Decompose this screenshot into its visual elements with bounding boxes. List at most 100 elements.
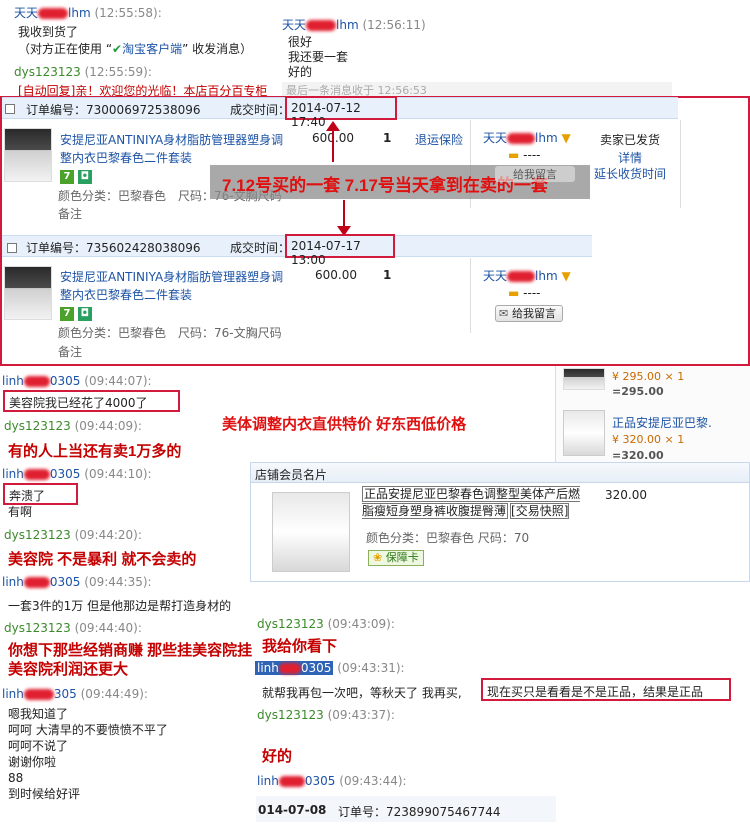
sender-name[interactable]: 天天 (282, 18, 306, 32)
product-thumbnail[interactable] (4, 266, 52, 320)
order-no-value: 730006972538096 (86, 103, 201, 117)
top-chat: 天天 lhm (12:55:58): 我收到货了 （对方正在使用 “✔淘宝客户端”… (0, 0, 750, 98)
note-post: ” 收发消息） (182, 42, 253, 56)
sender-name[interactable]: dys123123 (4, 419, 71, 433)
redaction (306, 20, 337, 31)
sender-name[interactable]: linh (2, 687, 24, 701)
sender-name[interactable]: 天天 (14, 6, 38, 20)
red-annotation: 我给你看下 (262, 638, 338, 655)
sender-name[interactable]: dys123123 (14, 65, 81, 79)
member-card-header: 店铺会员名片 (251, 463, 749, 483)
selected-sender[interactable]: linh 0305 (255, 661, 334, 675)
msg-time: (09:44:35): (84, 575, 152, 589)
red-annotation: 你想下那些经销商赚 那些挂美容院挂美容院利润还更大 (8, 642, 253, 678)
seven-day-return-icon: 7 (60, 307, 74, 321)
order-no-value: 735602428038096 (86, 241, 201, 255)
attr-color: 颜色分类：巴黎春色 (58, 326, 167, 340)
msg-text: 我收到货了 (18, 25, 79, 39)
divider (680, 120, 681, 208)
comment-icon[interactable]: ▬ (508, 148, 519, 162)
chat-msg-boxed: 奔溃了 (3, 483, 78, 505)
snippet-date: 014-07-08 (258, 803, 327, 817)
sender-name[interactable]: dys123123 (257, 708, 324, 722)
chat-msg: 一套3件的1万 但是他那边是帮打造身材的 (8, 599, 232, 613)
product-thumbnail[interactable] (4, 128, 52, 182)
sender-name-tail: 0305 (49, 467, 81, 481)
order-note: 备注 (58, 345, 83, 359)
chat-msg: 就帮我再包一次吧，等秋天了 我再买, (262, 686, 462, 700)
leave-message-button[interactable]: ✉ 给我留言 (495, 305, 563, 322)
snippet-order-no: 723899075467744 (386, 805, 501, 819)
redaction (23, 689, 54, 700)
trade-time-label: 成交时间： (230, 241, 291, 255)
flag-icon[interactable]: ▼ (561, 269, 570, 283)
last-msg-bar: 最后一条消息收于 12:56:53 (282, 82, 672, 97)
msg-time: (09:44:10): (84, 467, 152, 481)
side-total: =295.00 (612, 385, 664, 398)
redaction (278, 663, 301, 674)
attr-color: 颜色分类：巴黎春色 (58, 189, 167, 203)
comment-icon[interactable]: ▬ (508, 286, 519, 300)
snippet-order: 订单号：723899075467744 (338, 803, 501, 820)
order-number: 订单编号：735602428038096 (26, 239, 201, 256)
product-title-link[interactable]: 安提尼亚ANTINIYA身材脂肪管理器塑身调整内衣巴黎春色二件套装 (60, 131, 290, 167)
card-title[interactable]: 正品安提尼亚巴黎春色调整型美体产后燃脂瘦短身塑身裤收腹提臀薄 [交易快照] (362, 486, 582, 523)
order-checkbox[interactable] (5, 103, 15, 114)
trade-time-box: 2014-07-17 13:00 (285, 234, 395, 267)
guarantee-icon: ◘ (77, 307, 92, 321)
flag-icon[interactable]: ▼ (561, 131, 570, 145)
buyer-name[interactable]: 天天 lhm ▼ (483, 267, 571, 284)
chat-msg-boxed: 现在买只是看看是不是正品，结果是正品 (481, 678, 731, 701)
order-no-label: 订单编号： (26, 241, 87, 255)
side-product-thumb[interactable] (563, 410, 605, 456)
sender-name[interactable]: linh (2, 467, 24, 481)
trade-time-box: 2014-07-12 17:40 (285, 96, 397, 129)
sender-name[interactable]: linh (2, 575, 24, 589)
sender-head: linh (257, 661, 279, 675)
card-product-image[interactable] (272, 492, 350, 572)
msg-time: (09:44:07): (84, 374, 152, 388)
redaction (278, 776, 305, 787)
chat-msg: 有啊 (8, 505, 33, 517)
quantity: 1 (383, 268, 392, 282)
snapshot-link[interactable]: [交易快照] (510, 503, 570, 519)
sender-name[interactable]: dys123123 (4, 621, 71, 635)
chat-line: 谢谢你啦 (8, 755, 57, 769)
side-product-title[interactable]: 正品安提尼亚巴黎. (612, 414, 712, 431)
guarantee-card-badge[interactable]: ❀ 保障卡 (368, 550, 424, 566)
product-badges: 7 ◘ (60, 305, 92, 321)
product-badges: 7 ◘ (60, 168, 92, 184)
note-app[interactable]: 淘宝客户端 (122, 42, 182, 56)
sender-name[interactable]: linh (2, 374, 24, 388)
guarantee-icon: ◘ (77, 170, 92, 184)
card-attr: 颜色分类：巴黎春色 尺码：70 (366, 531, 530, 545)
arrow-down-line (343, 200, 345, 227)
order-checkbox[interactable] (7, 242, 17, 253)
msg-button-ghost[interactable]: 给我留言 (495, 166, 575, 182)
chat-line: 呵呵 大清早的不要愤愤不平了 (8, 723, 168, 737)
sender-name[interactable]: linh (257, 774, 279, 788)
order-status: 卖家已发货 (600, 133, 661, 147)
msg-time: (09:44:09): (74, 419, 142, 433)
refund-insurance-link[interactable]: 退运保险 (415, 131, 463, 148)
msg-time: (12:55:58): (94, 6, 162, 20)
msg-time: (09:43:09): (327, 617, 395, 631)
sender-name-tail: 0305 (49, 374, 81, 388)
buyer-name-head: 天天 (483, 131, 508, 145)
redaction (23, 469, 50, 480)
buyer-name[interactable]: 天天 lhm ▼ (483, 129, 571, 146)
sender-name-tail: lhm (68, 6, 91, 20)
order-detail-link[interactable]: 详情 (618, 149, 642, 166)
side-product-thumb[interactable] (563, 368, 605, 390)
side-total: =320.00 (612, 449, 664, 460)
buyer-name-tail: lhm (535, 269, 558, 283)
order-note: 备注 (58, 207, 83, 221)
trade-time-label: 成交时间： (230, 103, 291, 117)
product-title-link[interactable]: 安提尼亚ANTINIYA身材脂肪管理器塑身调整内衣巴黎春色二件套装 (60, 268, 290, 304)
sender-name-tail: 0305 (49, 575, 81, 589)
sender-name[interactable]: dys123123 (257, 617, 324, 631)
sender-name[interactable]: dys123123 (4, 528, 71, 542)
order-number: 订单编号：730006972538096 (26, 101, 201, 118)
extend-receipt-link[interactable]: 延长收货时间 (594, 165, 666, 182)
rating-label: ---- (523, 148, 541, 162)
